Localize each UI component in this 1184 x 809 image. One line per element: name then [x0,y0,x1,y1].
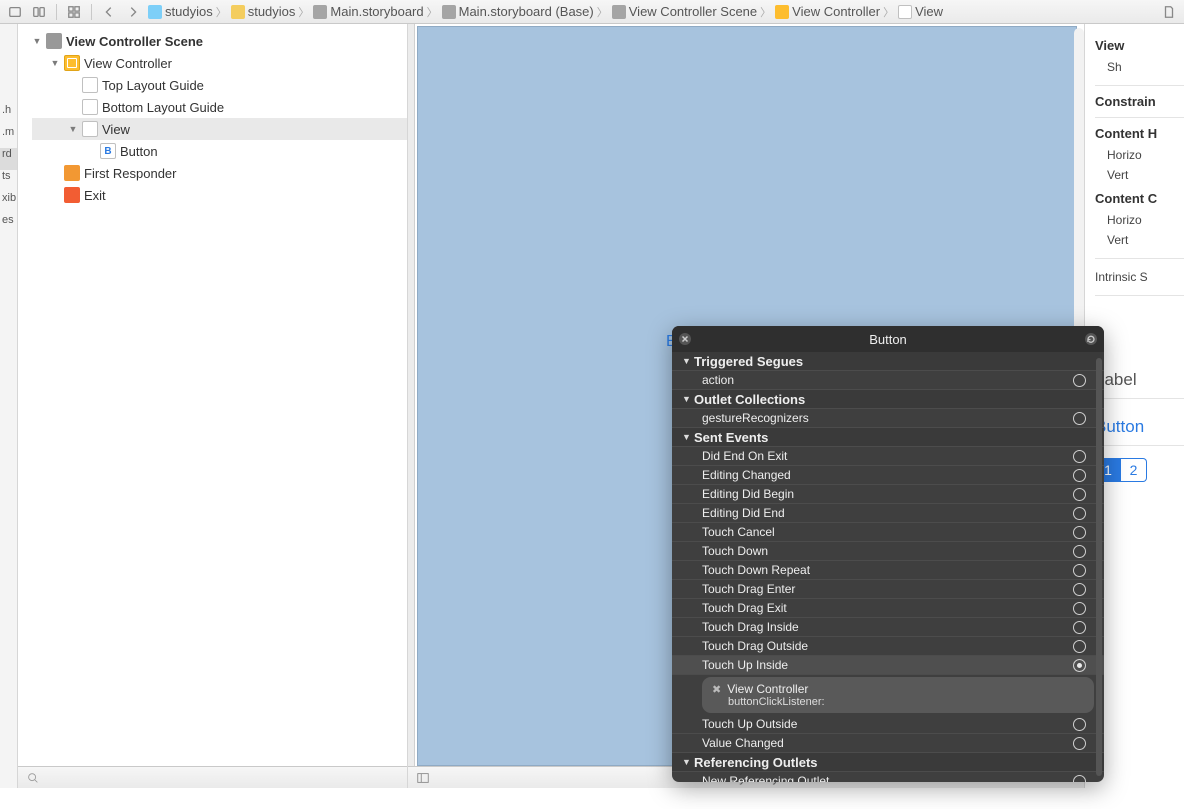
panel-toggle-icon[interactable] [6,4,24,20]
outline-button[interactable]: BButton [32,140,407,162]
popover-row[interactable]: Touch Drag Exit [672,599,1104,618]
connection-outlet-circle[interactable] [1073,488,1086,501]
inspector-content-h: Content H [1095,126,1184,141]
connection-outlet-circle[interactable] [1073,583,1086,596]
nav-item[interactable]: es [0,214,17,236]
back-icon[interactable] [100,4,118,20]
popover-row[interactable]: Value Changed [672,734,1104,753]
outline-first-responder[interactable]: First Responder [32,162,407,184]
connection-outlet-circle[interactable] [1073,545,1086,558]
outline-filter-bar[interactable] [18,766,407,788]
crumb-label[interactable]: studyios [248,4,296,19]
outline-bottom-layout[interactable]: Bottom Layout Guide [32,96,407,118]
inspector-content-c: Content C [1095,191,1184,206]
connection-outlet-circle[interactable] [1073,602,1086,615]
inspector-view-title: View [1095,38,1184,53]
outline-viewcontroller[interactable]: ▼View Controller [32,52,407,74]
connection-outlet-circle[interactable] [1073,469,1086,482]
outline-top-layout[interactable]: Top Layout Guide [32,74,407,96]
connection-outlet-circle[interactable] [1073,775,1086,783]
popover-row[interactable]: Touch Down Repeat [672,561,1104,580]
connection-outlet-circle[interactable] [1073,507,1086,520]
connection-outlet-circle[interactable] [1073,621,1086,634]
connection-outlet-circle[interactable] [1073,659,1086,672]
connection-outlet-circle[interactable] [1073,640,1086,653]
inspector-horizontal2: Horizo [1095,210,1184,230]
crumb-label[interactable]: studyios [165,4,213,19]
popover-row[interactable]: Editing Did End [672,504,1104,523]
close-icon[interactable] [678,332,692,346]
outline-exit[interactable]: Exit [32,184,407,206]
remove-connection-icon[interactable]: ✖ [712,683,721,696]
nav-item[interactable]: .h [0,104,17,126]
popover-section-header[interactable]: ▼Referencing Outlets [672,753,1104,772]
inspector-vertical: Vert [1095,165,1184,185]
library-toggle[interactable]: 1 2 [1095,458,1184,482]
inspector-show: Sh [1095,57,1184,77]
outline-view[interactable]: ▼View [32,118,407,140]
popover-section-header[interactable]: ▼Outlet Collections [672,390,1104,409]
breadcrumb[interactable]: studyios〉 studyios〉 Main.storyboard〉 Mai… [148,4,1154,20]
crumb-label[interactable]: Main.storyboard (Base) [459,4,594,19]
popover-section-header[interactable]: ▼Triggered Segues [672,352,1104,371]
nav-item[interactable]: rd [0,148,17,170]
connections-popover: Button ▼Triggered Seguesaction▼Outlet Co… [672,326,1104,782]
popover-row[interactable]: Touch Drag Inside [672,618,1104,637]
connection-outlet-circle[interactable] [1073,718,1086,731]
forward-icon[interactable] [124,4,142,20]
popover-row[interactable]: Editing Changed [672,466,1104,485]
connection-outlet-circle[interactable] [1073,564,1086,577]
file-icon[interactable] [1160,4,1178,20]
connection-outlet-circle[interactable] [1073,526,1086,539]
library-button[interactable]: Button [1095,417,1184,437]
outline-scene[interactable]: ▼View Controller Scene [32,30,407,52]
popover-row[interactable]: Touch Up Outside [672,715,1104,734]
reload-icon[interactable] [1084,332,1098,346]
crumb-label[interactable]: View [915,4,943,19]
popover-row[interactable]: Touch Down [672,542,1104,561]
project-navigator-sliver: .h .m rd ts xib es [0,24,18,788]
popover-section-header[interactable]: ▼Sent Events [672,428,1104,447]
popover-row[interactable]: Did End On Exit [672,447,1104,466]
popover-title: Button [869,332,907,347]
assistant-icon[interactable] [30,4,48,20]
library-label[interactable]: Label [1095,370,1184,390]
crumb-label[interactable]: View Controller [792,4,880,19]
inspector-horizontal: Horizo [1095,145,1184,165]
connection-outlet-circle[interactable] [1073,412,1086,425]
document-outline: ▼View Controller Scene ▼View Controller … [18,24,408,788]
popover-header: Button [672,326,1104,352]
popover-row[interactable]: Touch Drag Enter [672,580,1104,599]
nav-item[interactable]: .m [0,126,17,148]
popover-row[interactable]: Touch Drag Outside [672,637,1104,656]
popover-row[interactable]: New Referencing Outlet [672,772,1104,782]
grid-icon[interactable] [65,4,83,20]
crumb-label[interactable]: Main.storyboard [330,4,423,19]
nav-item[interactable]: ts [0,170,17,192]
popover-row[interactable]: Touch Up Inside [672,656,1104,675]
filter-icon [26,771,40,785]
connection-outlet-circle[interactable] [1073,450,1086,463]
popover-row[interactable]: Touch Cancel [672,523,1104,542]
inspector-intrinsic: Intrinsic S [1095,267,1184,287]
inspector-constraints: Constrain [1095,94,1184,109]
connection-pill[interactable]: ✖View ControllerbuttonClickListener: [702,677,1094,713]
connection-outlet-circle[interactable] [1073,374,1086,387]
popover-row[interactable]: Editing Did Begin [672,485,1104,504]
popover-row[interactable]: action [672,371,1104,390]
jump-bar: studyios〉 studyios〉 Main.storyboard〉 Mai… [0,0,1184,24]
toggle-2[interactable]: 2 [1121,458,1147,482]
inspector-vertical2: Vert [1095,230,1184,250]
connection-outlet-circle[interactable] [1073,737,1086,750]
popover-row[interactable]: gestureRecognizers [672,409,1104,428]
crumb-label[interactable]: View Controller Scene [629,4,757,19]
nav-item[interactable]: xib [0,192,17,214]
toggle-outline-icon[interactable] [416,771,430,785]
